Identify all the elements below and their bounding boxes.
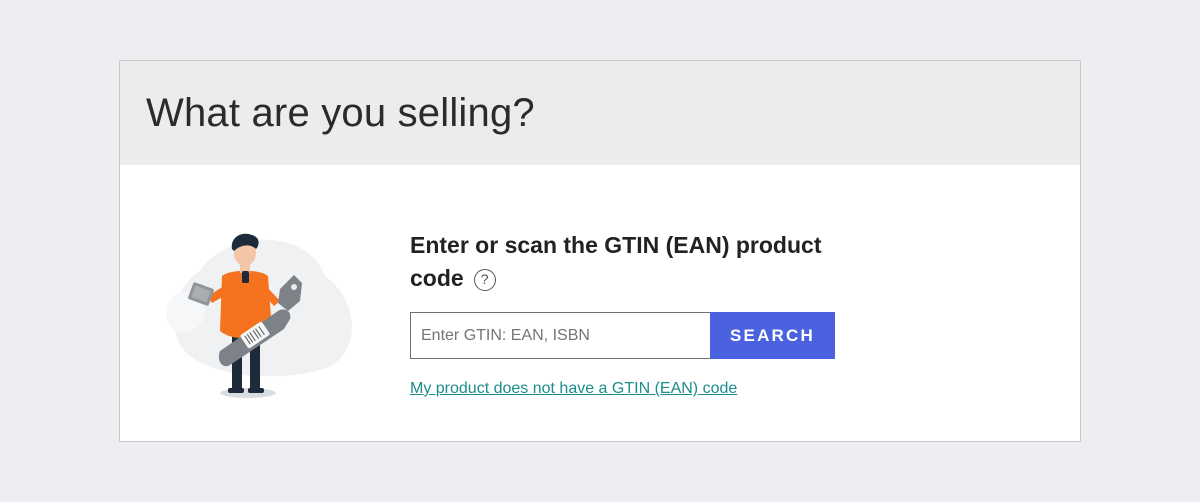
gtin-search-input[interactable]: [410, 312, 710, 359]
gtin-form: Enter or scan the GTIN (EAN) product cod…: [410, 229, 840, 398]
person-scanning-product-illustration: [160, 231, 360, 403]
gtin-heading-line2: code: [410, 265, 464, 291]
gtin-card: What are you selling? Enter or scan the …: [119, 60, 1081, 442]
gtin-heading: Enter or scan the GTIN (EAN) product cod…: [410, 229, 840, 295]
gtin-heading-line1: Enter or scan the GTIN (EAN) product: [410, 232, 822, 258]
no-gtin-code-link[interactable]: My product does not have a GTIN (EAN) co…: [410, 380, 737, 398]
card-header: What are you selling?: [120, 61, 1080, 165]
gtin-search-row: SEARCH: [410, 312, 835, 359]
question-circle-icon[interactable]: ?: [473, 268, 496, 291]
search-button[interactable]: SEARCH: [710, 312, 835, 359]
page-title: What are you selling?: [146, 90, 535, 135]
card-body: Enter or scan the GTIN (EAN) product cod…: [120, 165, 1080, 441]
